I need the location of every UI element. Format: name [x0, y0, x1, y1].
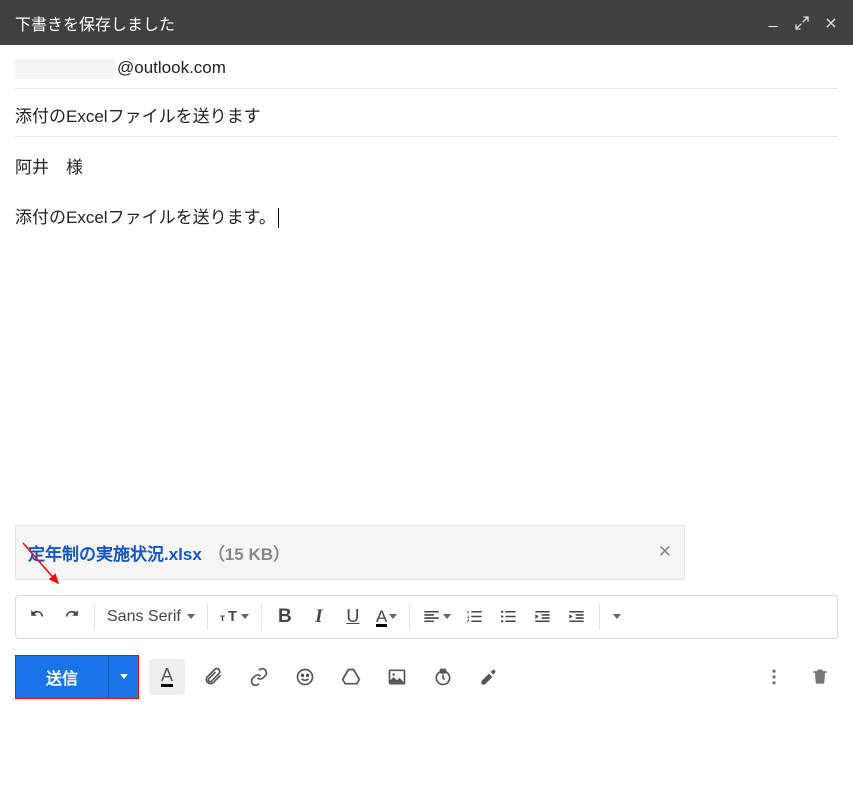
format-toggle-button[interactable]: A: [149, 659, 185, 695]
attachment-size: （15 KB）: [208, 540, 290, 565]
bold-button[interactable]: B: [268, 600, 302, 634]
recipient-domain: @outlook.com: [117, 58, 226, 77]
format-toolbar: Sans Serif тT B I U A: [15, 595, 838, 639]
attachment-filename: 定年制の実施状況.xlsx: [28, 540, 202, 565]
body-line-1: 阿井 様: [15, 152, 838, 184]
svg-text:T: T: [228, 609, 237, 625]
font-size-select[interactable]: тT: [214, 600, 255, 634]
insert-emoji-icon[interactable]: [287, 659, 323, 695]
redo-icon[interactable]: [54, 600, 88, 634]
body-line-2: 添付のExcelファイルを送ります。: [15, 202, 838, 234]
italic-button[interactable]: I: [302, 600, 336, 634]
redacted-recipient: [15, 59, 115, 79]
send-button[interactable]: 送信: [16, 656, 108, 698]
insert-drive-icon[interactable]: [333, 659, 369, 695]
toolbar-more-icon[interactable]: [606, 600, 622, 634]
align-button[interactable]: [416, 600, 457, 634]
indent-decrease-button[interactable]: [525, 600, 559, 634]
window-titlebar: 下書きを保存しました: [0, 0, 853, 45]
discard-draft-icon[interactable]: [802, 659, 838, 695]
text-cursor: [278, 208, 279, 228]
font-family-select[interactable]: Sans Serif: [101, 600, 201, 634]
numbered-list-button[interactable]: [457, 600, 491, 634]
remove-attachment-icon[interactable]: ✕: [658, 542, 672, 562]
send-more-button[interactable]: [108, 656, 138, 698]
expand-icon[interactable]: [794, 15, 810, 31]
attachment-chip[interactable]: 定年制の実施状況.xlsx （15 KB） ✕: [15, 525, 685, 580]
more-options-icon[interactable]: [756, 659, 792, 695]
insert-signature-icon[interactable]: [471, 659, 507, 695]
send-button-group: 送信: [15, 655, 139, 699]
message-body[interactable]: 阿井 様 添付のExcelファイルを送ります。: [0, 137, 853, 517]
bulleted-list-button[interactable]: [491, 600, 525, 634]
to-field[interactable]: @outlook.com: [15, 45, 838, 89]
subject-field[interactable]: 添付のExcelファイルを送ります: [15, 89, 838, 137]
action-row: 送信 A: [0, 639, 853, 699]
text-color-button[interactable]: A: [370, 600, 403, 634]
indent-increase-button[interactable]: [559, 600, 593, 634]
insert-link-icon[interactable]: [241, 659, 277, 695]
font-family-label: Sans Serif: [107, 608, 181, 626]
svg-text:т: т: [220, 613, 225, 624]
minimize-icon[interactable]: [766, 16, 780, 30]
window-title: 下書きを保存しました: [15, 11, 175, 35]
subject-text: 添付のExcelファイルを送ります: [15, 107, 261, 126]
undo-icon[interactable]: [20, 600, 54, 634]
insert-image-icon[interactable]: [379, 659, 415, 695]
underline-button[interactable]: U: [336, 600, 370, 634]
close-icon[interactable]: [824, 16, 838, 30]
confidential-mode-icon[interactable]: [425, 659, 461, 695]
attach-file-icon[interactable]: [195, 659, 231, 695]
